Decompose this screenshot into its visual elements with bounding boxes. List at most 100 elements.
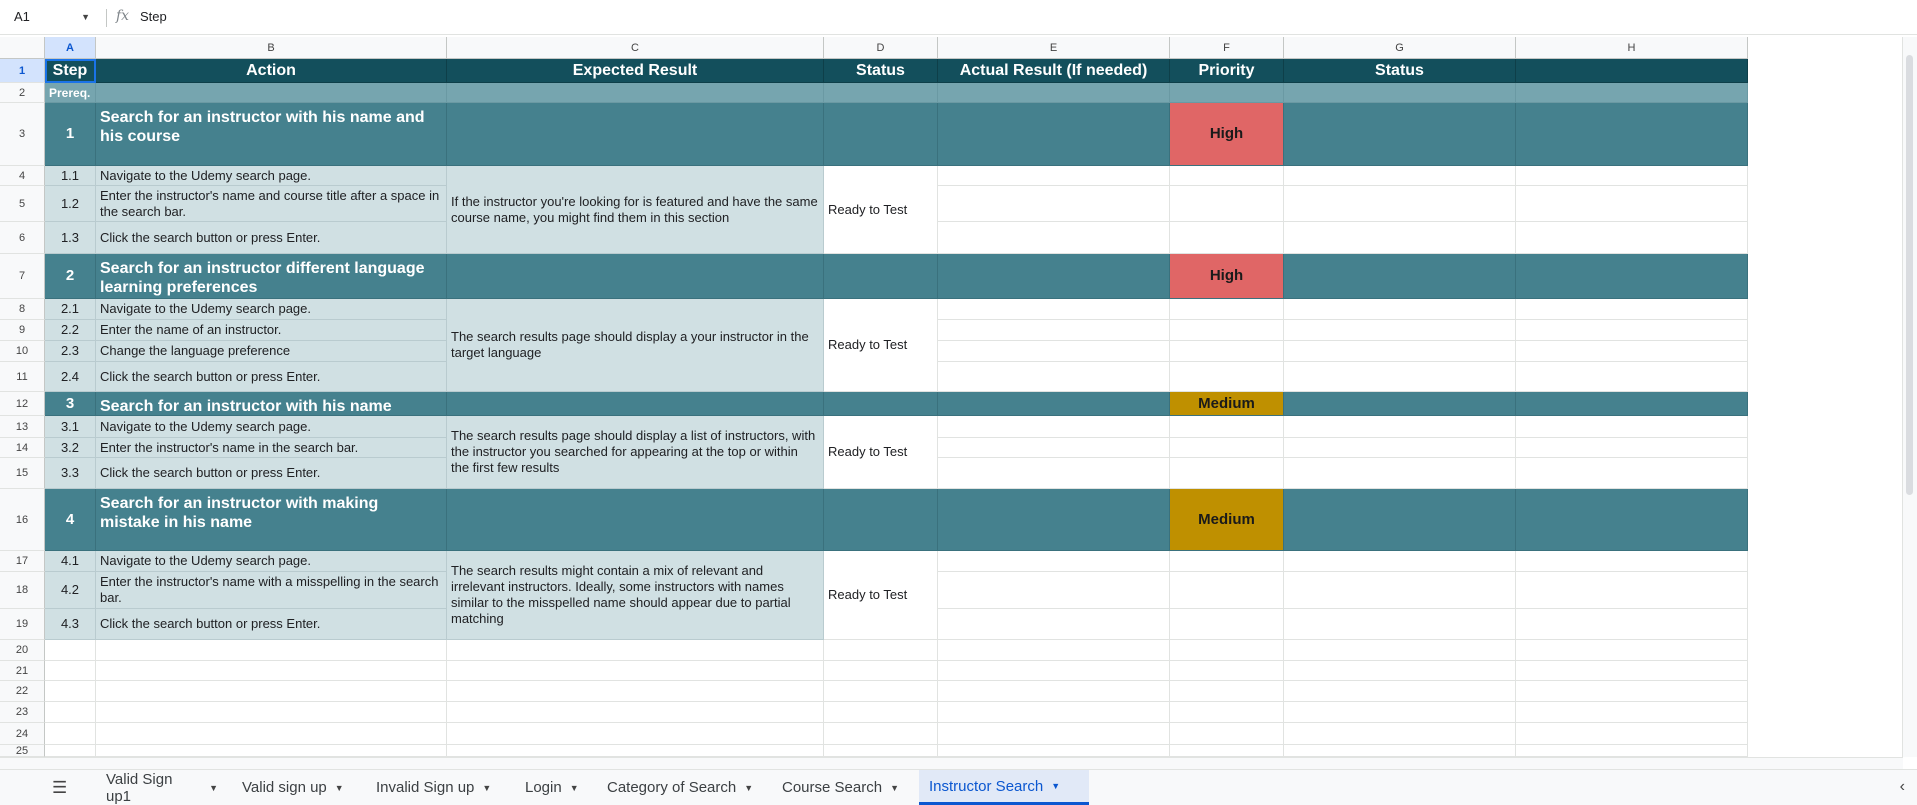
status-value[interactable]: Ready to Test [824, 299, 938, 392]
cell[interactable] [938, 416, 1170, 438]
row-header-5[interactable]: 5 [0, 186, 45, 222]
row-header-2[interactable]: 2 [0, 83, 45, 103]
cell[interactable] [45, 723, 96, 745]
expected-result[interactable]: The search results page should display a… [447, 416, 824, 489]
prereq-cell[interactable] [96, 83, 447, 103]
row-header-10[interactable]: 10 [0, 341, 45, 362]
cell[interactable] [1284, 702, 1516, 723]
cell[interactable] [1516, 572, 1748, 609]
cell[interactable] [1170, 661, 1284, 681]
cell[interactable] [1516, 438, 1748, 458]
step-number[interactable]: 2.2 [45, 320, 96, 341]
column-header-c[interactable]: C [447, 37, 824, 59]
header-status2[interactable]: Status [1284, 59, 1516, 83]
step-number[interactable]: 1.3 [45, 222, 96, 254]
cell[interactable] [1170, 609, 1284, 640]
cell[interactable] [96, 640, 447, 661]
cell[interactable] [1170, 723, 1284, 745]
cell[interactable] [1284, 551, 1516, 572]
row-header-18[interactable]: 18 [0, 572, 45, 609]
column-header-g[interactable]: G [1284, 37, 1516, 59]
cell[interactable] [1516, 745, 1748, 757]
step-number[interactable]: 2.4 [45, 362, 96, 392]
cell[interactable] [1170, 458, 1284, 489]
row-header-17[interactable]: 17 [0, 551, 45, 572]
cell[interactable] [447, 661, 824, 681]
chevron-left-icon[interactable]: ‹ [1900, 778, 1905, 796]
cell[interactable] [938, 723, 1170, 745]
group-title[interactable]: Search for an instructor different langu… [96, 254, 447, 299]
cell[interactable] [1516, 609, 1748, 640]
cell[interactable] [938, 640, 1170, 661]
group-row-cell[interactable] [938, 254, 1170, 299]
header-actual[interactable]: Actual Result (If needed) [938, 59, 1170, 83]
cell[interactable] [938, 572, 1170, 609]
expected-result[interactable]: If the instructor you're looking for is … [447, 166, 824, 254]
cell[interactable] [938, 661, 1170, 681]
cell[interactable] [824, 640, 938, 661]
prereq-cell[interactable] [1284, 83, 1516, 103]
step-number[interactable]: 2.1 [45, 299, 96, 320]
step-action[interactable]: Navigate to the Udemy search page. [96, 551, 447, 572]
step-action[interactable]: Navigate to the Udemy search page. [96, 166, 447, 186]
cell[interactable] [1170, 551, 1284, 572]
step-action[interactable]: Click the search button or press Enter. [96, 609, 447, 640]
cell[interactable] [938, 458, 1170, 489]
select-all-corner[interactable] [0, 37, 45, 59]
group-number[interactable]: 3 [45, 392, 96, 416]
cell[interactable] [1284, 458, 1516, 489]
cell[interactable] [1170, 166, 1284, 186]
cell[interactable] [938, 745, 1170, 757]
expected-result[interactable]: The search results page should display a… [447, 299, 824, 392]
cell[interactable] [1170, 362, 1284, 392]
step-action[interactable]: Navigate to the Udemy search page. [96, 416, 447, 438]
cell[interactable] [96, 723, 447, 745]
cell[interactable] [1170, 572, 1284, 609]
group-row-cell[interactable] [938, 489, 1170, 551]
group-row-cell[interactable] [1284, 489, 1516, 551]
cell[interactable] [1284, 609, 1516, 640]
group-row-cell[interactable] [1516, 392, 1748, 416]
row-header-19[interactable]: 19 [0, 609, 45, 640]
row-header-15[interactable]: 15 [0, 458, 45, 489]
step-action[interactable]: Enter the name of an instructor. [96, 320, 447, 341]
cell[interactable] [1516, 723, 1748, 745]
row-header-7[interactable]: 7 [0, 254, 45, 299]
cell[interactable] [1516, 551, 1748, 572]
cell[interactable] [1516, 702, 1748, 723]
step-action[interactable]: Click the search button or press Enter. [96, 222, 447, 254]
cell[interactable] [1284, 723, 1516, 745]
cell[interactable] [1284, 320, 1516, 341]
cell[interactable] [1170, 186, 1284, 222]
cell[interactable] [938, 222, 1170, 254]
cell[interactable] [1516, 320, 1748, 341]
cell[interactable] [1516, 186, 1748, 222]
group-title[interactable]: Search for an instructor with his name a… [96, 103, 447, 166]
header-priority[interactable]: Priority [1170, 59, 1284, 83]
cell[interactable] [824, 681, 938, 702]
group-number[interactable]: 4 [45, 489, 96, 551]
group-row-cell[interactable] [824, 392, 938, 416]
group-row-cell[interactable] [824, 254, 938, 299]
cell[interactable] [45, 640, 96, 661]
formula-input[interactable]: Step [140, 9, 167, 24]
cell[interactable] [1170, 438, 1284, 458]
cell[interactable] [1284, 640, 1516, 661]
group-row-cell[interactable] [447, 392, 824, 416]
group-row-cell[interactable] [447, 254, 824, 299]
group-row-cell[interactable] [938, 103, 1170, 166]
priority-badge[interactable]: High [1170, 254, 1284, 299]
cell[interactable] [447, 640, 824, 661]
cell[interactable] [1516, 416, 1748, 438]
row-header-6[interactable]: 6 [0, 222, 45, 254]
step-number[interactable]: 4.2 [45, 572, 96, 609]
group-number[interactable]: 1 [45, 103, 96, 166]
row-header-14[interactable]: 14 [0, 438, 45, 458]
cell[interactable] [1284, 341, 1516, 362]
priority-badge[interactable]: High [1170, 103, 1284, 166]
sheet-tab-valid-sign-up[interactable]: Valid sign up ▼ [232, 770, 362, 805]
expected-result[interactable]: The search results might contain a mix o… [447, 551, 824, 640]
column-header-d[interactable]: D [824, 37, 938, 59]
group-number[interactable]: 2 [45, 254, 96, 299]
cell[interactable] [1516, 166, 1748, 186]
